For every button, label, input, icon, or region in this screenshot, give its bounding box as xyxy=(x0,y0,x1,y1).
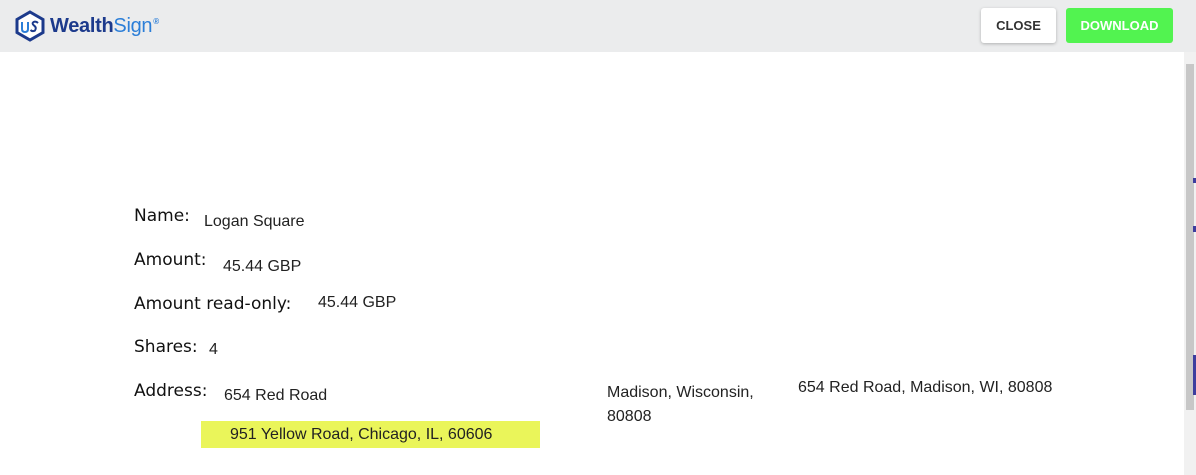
amount-readonly-label: Amount read-only: xyxy=(134,294,292,314)
address-city-line2: 80808 xyxy=(607,408,652,425)
brand-name-accent: Sign xyxy=(113,14,153,37)
name-value: Logan Square xyxy=(204,213,305,230)
wealthsign-logo: WealthSign® xyxy=(13,10,159,42)
address-city-line1: Madison, Wisconsin, xyxy=(607,384,754,401)
shares-value: 4 xyxy=(209,341,218,358)
amount-value: 45.44 GBP xyxy=(223,258,302,275)
registered-mark: ® xyxy=(153,16,159,26)
shares-label: Shares: xyxy=(134,337,198,357)
download-button[interactable]: DOWNLOAD xyxy=(1066,8,1173,43)
address-label: Address: xyxy=(134,381,208,401)
brand-name: WealthSign® xyxy=(50,15,159,38)
address-highlight-text: 951 Yellow Road, Chicago, IL, 60606 xyxy=(230,426,493,443)
name-label: Name: xyxy=(134,206,190,226)
amount-readonly-value: 45.44 GBP xyxy=(318,294,397,311)
amount-label: Amount: xyxy=(134,250,207,270)
address-line1: 654 Red Road xyxy=(224,387,328,404)
top-toolbar: WealthSign® CLOSE DOWNLOAD xyxy=(0,0,1196,52)
close-button[interactable]: CLOSE xyxy=(981,8,1056,43)
address-full: 654 Red Road, Madison, WI, 80808 xyxy=(798,379,1053,396)
wealthsign-logo-icon xyxy=(15,10,45,42)
brand-name-main: Wealth xyxy=(50,14,114,37)
